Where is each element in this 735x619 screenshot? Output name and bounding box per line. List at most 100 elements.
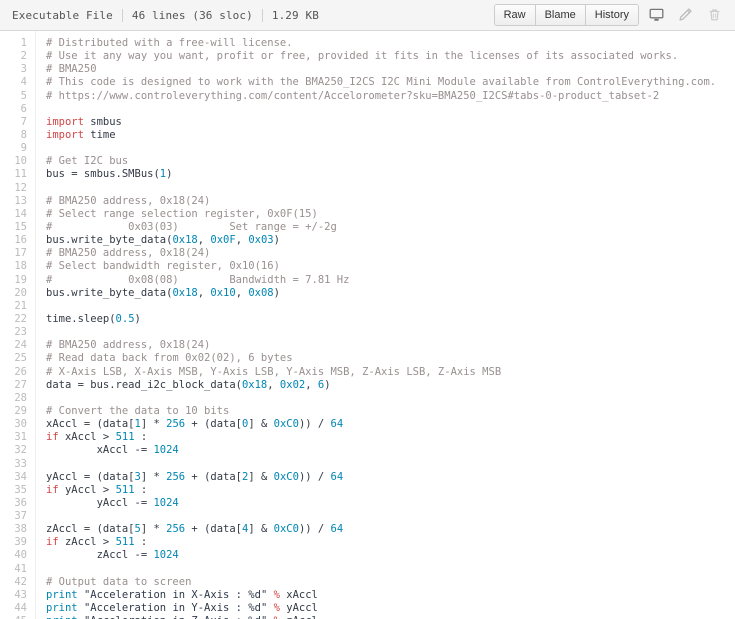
line-number[interactable]: 3	[0, 63, 27, 76]
line-number[interactable]: 16	[0, 234, 27, 247]
line-number[interactable]: 23	[0, 326, 27, 339]
blame-button[interactable]: Blame	[534, 5, 585, 25]
line-number[interactable]: 35	[0, 484, 27, 497]
line-number[interactable]: 22	[0, 313, 27, 326]
code-token: ,	[197, 286, 211, 299]
history-button[interactable]: History	[584, 5, 638, 25]
line-number[interactable]: 27	[0, 379, 27, 392]
line-number[interactable]: 43	[0, 589, 27, 602]
line-number[interactable]: 10	[0, 155, 27, 168]
trash-icon[interactable]	[702, 4, 726, 26]
line-number[interactable]: 31	[0, 431, 27, 444]
code-token: ,	[235, 234, 249, 247]
code-line: # Select bandwidth register, 0x10(16)	[46, 260, 735, 273]
line-number[interactable]: 5	[0, 90, 27, 103]
code-token: print	[46, 615, 78, 619]
code-token: 256	[166, 523, 186, 536]
line-number[interactable]: 18	[0, 260, 27, 273]
code-line: # This code is designed to work with the…	[46, 76, 735, 89]
code-token: 64	[330, 523, 344, 536]
code-line: # Use it any way you want, profit or fre…	[46, 50, 735, 63]
line-number[interactable]: 9	[0, 142, 27, 155]
code-token: # Get I2C bus	[46, 155, 129, 168]
line-number[interactable]: 26	[0, 366, 27, 379]
line-number[interactable]: 38	[0, 523, 27, 536]
code-token: 0x18	[172, 234, 198, 247]
file-size-label: 1.29 KB	[271, 8, 319, 22]
code-token: 0x10	[210, 286, 236, 299]
line-number[interactable]: 8	[0, 129, 27, 142]
line-number[interactable]: 41	[0, 563, 27, 576]
line-number[interactable]: 20	[0, 287, 27, 300]
code-line: # BMA250 address, 0x18(24)	[46, 339, 735, 352]
desktop-icon[interactable]	[644, 4, 668, 26]
line-number[interactable]: 39	[0, 536, 27, 549]
line-number[interactable]: 6	[0, 103, 27, 116]
code-token: zAccl	[280, 615, 318, 619]
file-header-bar: Executable File 46 lines (36 sloc) 1.29 …	[0, 0, 735, 31]
line-number[interactable]: 15	[0, 221, 27, 234]
code-token: )	[166, 168, 173, 181]
code-line: # Convert the data to 10 bits	[46, 405, 735, 418]
code-token: ] *	[140, 470, 167, 483]
code-line: # https://www.controleverything.com/cont…	[46, 90, 735, 103]
code-token: if	[46, 431, 59, 444]
code-token: ,	[197, 234, 211, 247]
code-line: print "Acceleration in Z-Axis : %d" % zA…	[46, 615, 735, 619]
code-line: yAccl = (data[3] * 256 + (data[2] & 0xC0…	[46, 471, 735, 484]
line-number[interactable]: 36	[0, 497, 27, 510]
code-token: yAccl -=	[46, 496, 154, 509]
line-number[interactable]: 42	[0, 576, 27, 589]
code-token: )	[324, 378, 331, 391]
line-number[interactable]: 4	[0, 76, 27, 89]
line-number[interactable]: 13	[0, 195, 27, 208]
code-line: if xAccl > 511 :	[46, 431, 735, 444]
line-number[interactable]: 29	[0, 405, 27, 418]
code-line: time.sleep(0.5)	[46, 313, 735, 326]
line-number[interactable]: 32	[0, 444, 27, 457]
code-line: # Select range selection register, 0x0F(…	[46, 208, 735, 221]
line-number[interactable]: 28	[0, 392, 27, 405]
line-number[interactable]: 34	[0, 471, 27, 484]
line-number[interactable]: 2	[0, 50, 27, 63]
line-number[interactable]: 11	[0, 168, 27, 181]
code-token: # Select range selection register, 0x0F(…	[46, 207, 318, 220]
line-number[interactable]: 45	[0, 615, 27, 619]
line-number[interactable]: 30	[0, 418, 27, 431]
line-number[interactable]: 14	[0, 208, 27, 221]
line-number[interactable]: 40	[0, 549, 27, 562]
line-number[interactable]: 19	[0, 274, 27, 287]
code-token: xAccl -=	[46, 444, 154, 457]
code-token: # Use it any way you want, profit or fre…	[46, 50, 679, 63]
code-line: # Distributed with a free-will license.	[46, 37, 735, 50]
pencil-icon[interactable]	[673, 4, 697, 26]
code-content[interactable]: # Distributed with a free-will license. #…	[36, 31, 735, 619]
raw-button[interactable]: Raw	[494, 5, 535, 25]
line-number[interactable]: 21	[0, 300, 27, 313]
line-number[interactable]: 37	[0, 510, 27, 523]
code-line: import smbus	[46, 116, 735, 129]
code-token: time.sleep(	[46, 312, 116, 325]
code-token: 64	[330, 418, 344, 431]
line-number[interactable]: 44	[0, 602, 27, 615]
code-token: + (data[	[185, 418, 243, 431]
line-number[interactable]: 1	[0, 37, 27, 50]
code-token: 0x08	[248, 286, 274, 299]
line-number[interactable]: 24	[0, 339, 27, 352]
code-token: :	[134, 483, 148, 496]
code-token: # 0x03(03) Set range = +/-2g	[46, 220, 337, 233]
code-line: data = bus.read_i2c_block_data(0x18, 0x0…	[46, 379, 735, 392]
line-number[interactable]: 33	[0, 458, 27, 471]
line-number[interactable]: 25	[0, 352, 27, 365]
line-number[interactable]: 7	[0, 116, 27, 129]
line-number[interactable]: 17	[0, 247, 27, 260]
code-token: 0xC0	[273, 470, 299, 483]
code-token: ,	[267, 378, 280, 391]
file-line-count-label: 46 lines (36 sloc)	[131, 8, 253, 22]
code-line: print "Acceleration in X-Axis : %d" % xA…	[46, 589, 735, 602]
line-number[interactable]: 12	[0, 182, 27, 195]
code-token: smbus	[83, 115, 122, 128]
